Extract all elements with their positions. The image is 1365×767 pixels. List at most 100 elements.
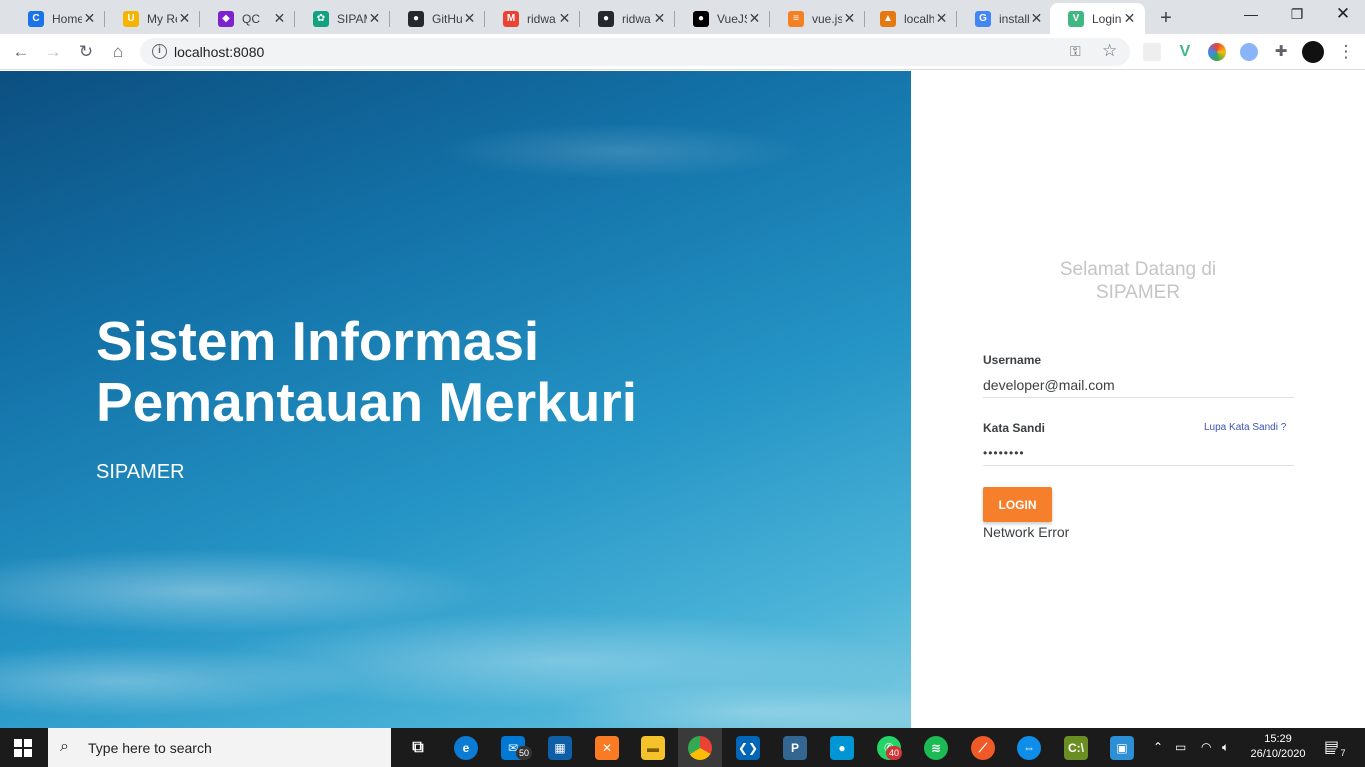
extension-icon[interactable] bbox=[1240, 43, 1258, 61]
hero-banner: Sistem Informasi Pemantauan Merkuri SIPA… bbox=[0, 71, 911, 728]
notifications-count: 7 bbox=[1335, 746, 1351, 760]
tab-close-icon[interactable]: ✕ bbox=[1029, 10, 1044, 27]
spotify-icon[interactable]: ≋ bbox=[924, 736, 948, 760]
tab-favicon-icon: ● bbox=[693, 10, 709, 27]
tab-close-icon[interactable]: ✕ bbox=[177, 10, 192, 27]
tab-label: SIPAM bbox=[337, 11, 367, 26]
tab-label: localh bbox=[904, 11, 934, 26]
password-field[interactable] bbox=[983, 440, 1294, 466]
mail-badge: 50 bbox=[516, 746, 532, 760]
browser-tab[interactable]: U My Re✕ bbox=[105, 3, 200, 34]
browser-tab[interactable]: ▲ localh ✕ bbox=[862, 3, 957, 34]
windows-taskbar: ⌕ Type here to search ⧉ e ✉ 50 ▦ ✕ ▬ ❮❯ … bbox=[0, 728, 1365, 767]
postman-icon[interactable]: ⟋ bbox=[971, 736, 995, 760]
username-field[interactable] bbox=[983, 372, 1294, 398]
forgot-password-link[interactable]: Lupa Kata Sandi ? bbox=[1204, 422, 1286, 433]
tab-label: My Re bbox=[147, 11, 177, 26]
tab-favicon-icon: ▲ bbox=[880, 10, 896, 27]
bookmark-star-icon[interactable]: ☆ bbox=[1102, 41, 1117, 61]
login-button[interactable]: LOGIN bbox=[983, 487, 1052, 522]
menu-icon[interactable]: ⋮ bbox=[1335, 41, 1357, 63]
tab-favicon-icon: V bbox=[1068, 10, 1084, 27]
tab-label: GitHu bbox=[432, 11, 462, 26]
site-info-icon[interactable]: i bbox=[152, 44, 167, 59]
browser-tab[interactable]: ≡ vue.js ✕ bbox=[770, 3, 865, 34]
browser-tab[interactable]: V Login ✕ bbox=[1050, 3, 1145, 34]
page-title: Sistem Informasi Pemantauan Merkuri bbox=[96, 311, 796, 433]
tab-favicon-icon: ✿ bbox=[313, 10, 329, 27]
new-tab-button[interactable]: + bbox=[1156, 7, 1176, 30]
wifi-icon[interactable]: ◠ bbox=[1201, 740, 1211, 754]
tab-close-icon[interactable]: ✕ bbox=[934, 10, 949, 27]
browser-tab[interactable]: ● VueJS✕ bbox=[675, 3, 770, 34]
browser-tab[interactable]: ✿ SIPAM✕ bbox=[295, 3, 390, 34]
color-picker-icon[interactable] bbox=[1208, 43, 1226, 61]
tab-close-icon[interactable]: ✕ bbox=[1122, 10, 1137, 27]
login-panel: Selamat Datang di SIPAMER Username Kata … bbox=[911, 71, 1365, 728]
back-icon[interactable]: ← bbox=[10, 41, 32, 63]
puzzle-icon[interactable]: ✚ bbox=[1272, 43, 1290, 61]
tab-label: Home bbox=[52, 11, 82, 26]
store-icon[interactable]: ▦ bbox=[548, 736, 572, 760]
browser-tab[interactable]: C Home ✕ bbox=[10, 3, 105, 34]
search-placeholder: Type here to search bbox=[88, 740, 212, 756]
avatar[interactable] bbox=[1302, 41, 1324, 63]
volume-icon[interactable]: 🔈︎ bbox=[1222, 740, 1229, 755]
terminal-icon[interactable]: C:\ bbox=[1064, 736, 1088, 760]
folder-icon[interactable]: ▬ bbox=[641, 736, 665, 760]
welcome-line: Selamat Datang di bbox=[1059, 259, 1217, 280]
url-text: localhost:8080 bbox=[174, 44, 265, 60]
tab-close-icon[interactable]: ✕ bbox=[82, 10, 97, 27]
tab-label: VueJS bbox=[717, 11, 747, 26]
browser-tab[interactable]: ◆ QC ✕ bbox=[200, 3, 295, 34]
tab-favicon-icon: ● bbox=[408, 10, 424, 27]
tab-label: QC bbox=[242, 11, 260, 26]
browser-tab[interactable]: ● ridwa ✕ bbox=[580, 3, 675, 34]
title-line: Sistem Informasi bbox=[96, 310, 540, 372]
home-icon[interactable]: ⌂ bbox=[107, 41, 129, 63]
forward-icon[interactable]: → bbox=[42, 41, 64, 63]
address-bar[interactable]: i localhost:8080 ⚿ ☆ bbox=[140, 38, 1130, 66]
tab-label: ridwa bbox=[622, 11, 651, 26]
tab-favicon-icon: ◆ bbox=[218, 10, 234, 27]
clock-time: 15:29 bbox=[1264, 733, 1292, 745]
browser-toolbar: ← → ↻ ⌂ i localhost:8080 ⚿ ☆ V ✚ ⋮ bbox=[0, 34, 1365, 70]
vue-devtools-icon[interactable]: V bbox=[1176, 43, 1194, 61]
extension-icon[interactable] bbox=[1143, 43, 1161, 61]
tab-label: Login bbox=[1092, 11, 1122, 26]
username-label: Username bbox=[983, 353, 1042, 367]
reload-icon[interactable]: ↻ bbox=[75, 41, 97, 63]
task-view-icon[interactable]: ⧉ bbox=[406, 736, 430, 760]
browser-tab[interactable]: Ginstall ✕ bbox=[957, 3, 1052, 34]
tab-close-icon[interactable]: ✕ bbox=[462, 10, 477, 27]
browser-tab[interactable]: Mridwa ✕ bbox=[485, 3, 580, 34]
remote-desktop-icon[interactable]: ▣ bbox=[1110, 736, 1134, 760]
chrome-icon[interactable] bbox=[688, 736, 712, 760]
app-icon[interactable]: ● bbox=[830, 736, 854, 760]
tab-close-icon[interactable]: ✕ bbox=[272, 10, 287, 27]
tab-favicon-icon: G bbox=[975, 10, 991, 27]
close-window-icon[interactable]: ✕ bbox=[1333, 4, 1353, 24]
teamviewer-icon[interactable]: ⇔ bbox=[1017, 736, 1041, 760]
restore-icon[interactable]: ❐ bbox=[1287, 6, 1307, 23]
windows-start-icon[interactable] bbox=[14, 739, 32, 757]
system-clock[interactable]: 15:29 26/10/2020 bbox=[1246, 732, 1310, 762]
battery-icon[interactable]: ▭ bbox=[1175, 740, 1186, 754]
vscode-icon[interactable]: ❮❯ bbox=[736, 736, 760, 760]
taskbar-search[interactable]: ⌕ Type here to search bbox=[48, 728, 391, 767]
tab-close-icon[interactable]: ✕ bbox=[842, 10, 857, 27]
minimize-icon[interactable]: — bbox=[1241, 6, 1261, 22]
tab-close-icon[interactable]: ✕ bbox=[367, 10, 382, 27]
key-icon[interactable]: ⚿ bbox=[1070, 43, 1081, 60]
browser-tab[interactable]: ● GitHu ✕ bbox=[390, 3, 485, 34]
search-icon: ⌕ bbox=[60, 738, 69, 755]
tab-close-icon[interactable]: ✕ bbox=[652, 10, 667, 27]
tab-close-icon[interactable]: ✕ bbox=[747, 10, 762, 27]
postgres-icon[interactable]: P bbox=[783, 736, 807, 760]
xampp-icon[interactable]: ✕ bbox=[595, 736, 619, 760]
tab-label: ridwa bbox=[527, 11, 556, 26]
edge-icon[interactable]: e bbox=[454, 736, 478, 760]
tab-close-icon[interactable]: ✕ bbox=[557, 10, 572, 27]
chevron-up-icon[interactable]: ⌃ bbox=[1153, 740, 1163, 754]
whatsapp-badge: 40 bbox=[886, 746, 902, 760]
